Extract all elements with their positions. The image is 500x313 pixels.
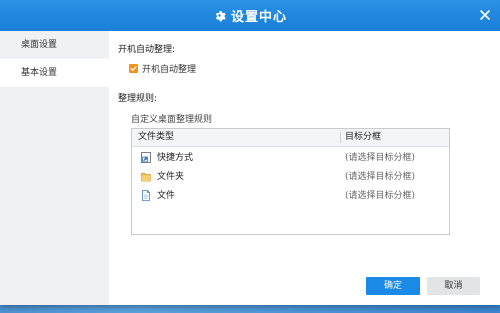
cancel-button[interactable]: 取消 bbox=[427, 277, 480, 295]
row-target-group-select[interactable]: (请选择目标分框) bbox=[345, 168, 415, 186]
autostart-section-label: 开机自动整理: bbox=[118, 45, 176, 55]
file-icon bbox=[142, 190, 150, 201]
autostart-checkbox[interactable] bbox=[129, 64, 138, 73]
settings-window: 设置中心 桌面设置 基本设置 开机自动整理: 开机自动整理 整理规则: 自定义桌… bbox=[0, 0, 500, 305]
rules-table: 文件类型 目标分框 快捷方式 (请选择目标分框) 文件夹 (请选择目标分框) 文… bbox=[131, 128, 450, 235]
close-icon[interactable] bbox=[479, 9, 491, 21]
custom-rules-label: 自定义桌面整理规则 bbox=[131, 115, 213, 125]
row-target-group-select[interactable]: (请选择目标分框) bbox=[345, 187, 415, 205]
sidebar: 桌面设置 基本设置 bbox=[0, 31, 109, 305]
sidebar-item-desktop-settings[interactable]: 桌面设置 bbox=[0, 31, 109, 59]
row-file-type: 文件夹 bbox=[157, 172, 185, 182]
column-header-file-type[interactable]: 文件类型 bbox=[138, 129, 174, 146]
window-title-area: 设置中心 bbox=[0, 0, 500, 31]
gear-icon bbox=[215, 11, 226, 22]
rules-section-label: 整理规则: bbox=[118, 94, 158, 104]
table-row[interactable]: 文件夹 (请选择目标分框) bbox=[132, 168, 449, 186]
column-header-target-group[interactable]: 目标分框 bbox=[345, 129, 381, 146]
table-row[interactable]: 文件 (请选择目标分框) bbox=[132, 187, 449, 205]
folder-icon bbox=[141, 173, 151, 182]
sidebar-item-label: 桌面设置 bbox=[21, 40, 58, 50]
table-header: 文件类型 目标分框 bbox=[132, 129, 449, 147]
row-file-type: 快捷方式 bbox=[157, 153, 194, 163]
window-title: 设置中心 bbox=[230, 10, 287, 25]
table-row[interactable]: 快捷方式 (请选择目标分框) bbox=[132, 149, 449, 167]
checkmark-icon bbox=[130, 66, 137, 71]
autostart-checkbox-row[interactable]: 开机自动整理 bbox=[129, 62, 196, 75]
row-target-group-select[interactable]: (请选择目标分框) bbox=[345, 149, 415, 167]
column-divider[interactable] bbox=[340, 132, 341, 143]
autostart-checkbox-label: 开机自动整理 bbox=[142, 65, 197, 75]
ok-button[interactable]: 确定 bbox=[366, 277, 420, 295]
row-file-type: 文件 bbox=[157, 191, 176, 201]
sidebar-item-label: 基本设置 bbox=[21, 68, 58, 78]
settings-content: 开机自动整理: 开机自动整理 整理规则: 自定义桌面整理规则 文件类型 目标分框 bbox=[109, 31, 500, 305]
sidebar-item-basic-settings[interactable]: 基本设置 bbox=[0, 59, 109, 87]
shortcut-icon bbox=[141, 152, 151, 163]
